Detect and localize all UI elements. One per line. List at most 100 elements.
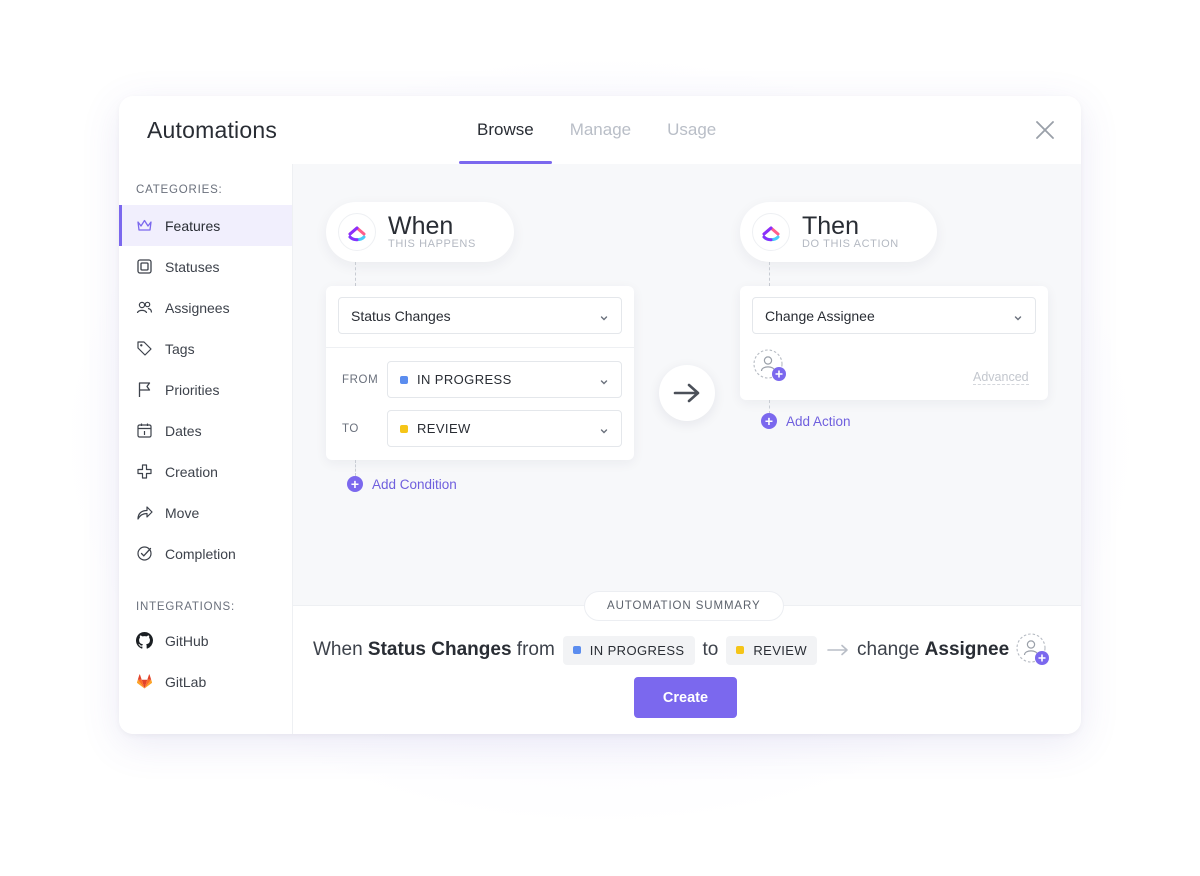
- summary-change: change: [857, 639, 920, 660]
- sidebar-item-label: GitLab: [165, 673, 207, 690]
- action-select-value: Change Assignee: [765, 307, 875, 324]
- summary-when: When: [313, 639, 363, 660]
- gitlab-icon: [136, 673, 153, 690]
- modal-title: Automations: [147, 117, 278, 143]
- summary-heading: AUTOMATION SUMMARY: [584, 591, 784, 621]
- square-status-icon: [136, 258, 153, 275]
- status-dot: [572, 646, 581, 654]
- add-action-button[interactable]: + Add Action: [761, 413, 851, 429]
- chevron-down-icon: [599, 310, 609, 326]
- status-dot: [736, 646, 745, 654]
- when-subtitle: THIS HAPPENS: [388, 238, 476, 250]
- automation-summary: AUTOMATION SUMMARY When Status Changes f…: [293, 591, 1081, 734]
- summary-to-chip-label: REVIEW: [753, 642, 808, 658]
- when-title: When: [388, 212, 454, 240]
- from-status-select[interactable]: IN PROGRESS: [387, 361, 622, 398]
- when-header: When THIS HAPPENS: [326, 202, 514, 262]
- sidebar-item-label: Completion: [165, 545, 236, 562]
- connector-line: [355, 460, 356, 476]
- integrations-heading: INTEGRATIONS:: [136, 601, 235, 613]
- sidebar-item-label: Creation: [165, 463, 218, 480]
- chevron-down-icon: [1013, 310, 1023, 326]
- trigger-select-value: Status Changes: [351, 307, 451, 324]
- assignee-avatar-icon: [1016, 633, 1050, 667]
- from-status-value: IN PROGRESS: [417, 372, 512, 387]
- sidebar-item-label: Move: [165, 504, 200, 521]
- sidebar-item-priorities[interactable]: Priorities: [119, 369, 292, 410]
- then-subtitle: DO THIS ACTION: [802, 238, 899, 250]
- create-button[interactable]: Create: [634, 677, 737, 718]
- summary-from-chip: IN PROGRESS: [562, 635, 695, 665]
- summary-trigger: Status Changes: [367, 639, 512, 660]
- trigger-select[interactable]: Status Changes: [338, 297, 622, 334]
- then-title: Then: [802, 212, 859, 240]
- flag-icon: [136, 381, 153, 398]
- to-status-select[interactable]: REVIEW: [387, 410, 622, 447]
- add-condition-button[interactable]: + Add Condition: [347, 476, 457, 492]
- sidebar-item-features[interactable]: Features: [119, 205, 292, 246]
- sidebar-item-creation[interactable]: Creation: [119, 451, 292, 492]
- connector-line: [355, 262, 356, 286]
- categories-heading: CATEGORIES:: [136, 184, 223, 196]
- chevron-down-icon: [599, 423, 609, 439]
- sidebar-item-statuses[interactable]: Statuses: [119, 246, 292, 287]
- add-action-label: Add Action: [786, 413, 851, 429]
- add-condition-label: Add Condition: [372, 476, 457, 492]
- summary-to: to: [702, 639, 719, 660]
- status-dot: [400, 424, 408, 433]
- sidebar-item-label: Tags: [165, 340, 195, 357]
- github-icon: [136, 632, 153, 649]
- advanced-link[interactable]: Advanced: [973, 370, 1029, 385]
- status-dot: [400, 375, 408, 384]
- sidebar-item-assignees[interactable]: Assignees: [119, 287, 292, 328]
- sidebar-item-move[interactable]: Move: [119, 492, 292, 533]
- sidebar-item-github[interactable]: GitHub: [119, 620, 292, 661]
- from-label: FROM: [342, 374, 379, 386]
- sidebar-item-label: Dates: [165, 422, 202, 439]
- tab-manage[interactable]: Manage: [552, 96, 649, 164]
- summary-to-chip: REVIEW: [726, 635, 818, 665]
- divider: [326, 347, 634, 348]
- tab-browse[interactable]: Browse: [459, 96, 552, 164]
- summary-from: from: [516, 639, 555, 660]
- summary-field: Assignee: [924, 639, 1010, 660]
- long-arrow-icon: [827, 644, 849, 656]
- close-icon[interactable]: [1033, 118, 1057, 142]
- clickup-logo-icon: [338, 213, 376, 251]
- sidebar-item-label: Priorities: [165, 381, 220, 398]
- tags-icon: [136, 340, 153, 357]
- add-assignee-icon[interactable]: [753, 349, 787, 383]
- connector-line: [769, 262, 770, 286]
- users-icon: [136, 299, 153, 316]
- sidebar-item-label: Assignees: [165, 299, 230, 316]
- plus-outline-icon: [136, 463, 153, 480]
- automation-builder: When THIS HAPPENS Status Changes FROM IN…: [293, 164, 1081, 605]
- sidebar-item-tags[interactable]: Tags: [119, 328, 292, 369]
- arrow-right-icon: [659, 365, 715, 421]
- sidebar-item-gitlab[interactable]: GitLab: [119, 661, 292, 702]
- share-arrow-icon: [136, 504, 153, 521]
- to-status-value: REVIEW: [417, 421, 471, 436]
- sidebar-item-label: GitHub: [165, 632, 209, 649]
- sidebar-item-completion[interactable]: Completion: [119, 533, 292, 574]
- tab-usage[interactable]: Usage: [649, 96, 734, 164]
- trigger-card: Status Changes FROM IN PROGRESS TO REVIE…: [326, 286, 634, 460]
- check-circle-icon: [136, 545, 153, 562]
- calendar-icon: [136, 422, 153, 439]
- action-card: Change Assignee Advanced: [740, 286, 1048, 400]
- clickup-logo-icon: [752, 213, 790, 251]
- crown-icon: [136, 217, 153, 234]
- category-sidebar: CATEGORIES: Features Statuses Assignees …: [119, 164, 293, 734]
- chevron-down-icon: [599, 374, 609, 390]
- plus-circle-icon: +: [761, 413, 777, 429]
- sidebar-item-dates[interactable]: Dates: [119, 410, 292, 451]
- action-select[interactable]: Change Assignee: [752, 297, 1036, 334]
- then-header: Then DO THIS ACTION: [740, 202, 937, 262]
- automations-modal: Automations Browse Manage Usage CATEGORI…: [119, 96, 1081, 734]
- tab-bar: Browse Manage Usage: [459, 96, 734, 164]
- summary-sentence: When Status Changes from IN PROGRESS to …: [313, 633, 1050, 667]
- sidebar-item-label: Features: [165, 217, 221, 234]
- to-label: TO: [342, 423, 359, 435]
- summary-from-chip-label: IN PROGRESS: [589, 642, 685, 658]
- plus-circle-icon: +: [347, 476, 363, 492]
